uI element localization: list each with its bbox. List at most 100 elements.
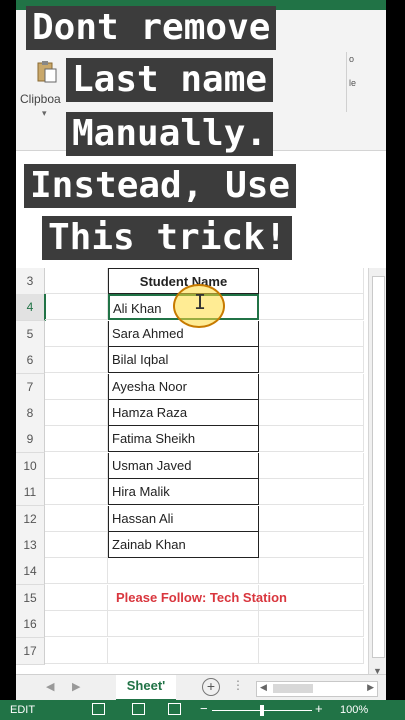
cell[interactable] [45,558,108,585]
table-row: 7 Ayesha Noor [16,373,386,401]
cell[interactable] [45,584,108,611]
table-row: 12 Hassan Ali [16,505,386,533]
cell[interactable] [259,373,364,400]
zoom-slider-knob[interactable] [260,705,264,716]
name-cell[interactable]: Fatima Sheikh [108,426,259,453]
name-cell[interactable]: Sara Ahmed [108,320,259,347]
name-cell[interactable]: Hassan Ali [108,505,259,532]
name-cell[interactable]: Bilal Iqbal [108,347,259,374]
prev-sheet-icon[interactable]: ◀ [46,680,54,693]
cell[interactable] [259,637,364,664]
cell[interactable] [45,268,108,294]
cell[interactable] [45,637,108,664]
row-header[interactable]: 5 [16,320,45,348]
row-header[interactable]: 16 [16,611,45,639]
row-header[interactable]: 9 [16,426,45,454]
clipboard-expand-icon[interactable]: ▾ [42,108,47,119]
ribbon-fragment-text-2: le [349,78,357,88]
table-row: 14 [16,558,386,586]
cell[interactable] [259,558,364,585]
zoom-in-icon[interactable]: + [315,701,323,716]
follow-note: Please Follow: Tech Station [116,589,287,605]
page-break-view-icon[interactable] [168,703,181,715]
cell[interactable] [259,452,364,479]
status-bar: EDIT − + 100% [0,700,405,720]
next-sheet-icon[interactable]: ▶ [72,680,80,693]
name-cell[interactable]: Usman Javed [108,452,259,479]
row-header[interactable]: 11 [16,479,45,507]
cell[interactable] [45,426,108,453]
sheet-tab-bar: ◀ ▶ Sheet' + ⋮ ◀ ▶ [16,674,386,702]
excel-window: Clipboa ▾ o le 3 Student Name 4 Ali Khan 5 Sa… [16,0,386,720]
table-row: 16 [16,611,386,639]
cell[interactable] [45,532,108,558]
caption-line-5: This trick! [42,216,293,260]
table-row: 13 Zainab Khan [16,532,386,559]
cell[interactable] [259,426,364,453]
normal-view-icon[interactable] [92,703,105,715]
add-sheet-icon[interactable]: + [202,678,220,696]
ribbon-fragment-text-1: o [349,54,355,64]
cell[interactable] [45,320,108,347]
table-row: 9 Fatima Sheikh [16,426,386,454]
table-row: 11 Hira Malik [16,479,386,507]
row-header[interactable]: 3 [16,268,45,295]
row-header[interactable]: 17 [16,637,45,665]
row-header[interactable]: 8 [16,400,45,427]
row-header[interactable]: 10 [16,452,45,480]
cell[interactable] [45,400,108,426]
cell[interactable] [259,294,364,321]
name-cell[interactable]: Zainab Khan [108,532,259,558]
table-row: 10 Usman Javed [16,452,386,480]
cell[interactable] [259,320,364,347]
scroll-right-icon[interactable]: ▶ [367,682,374,693]
cell[interactable] [259,268,364,294]
name-cell[interactable]: Hira Malik [108,479,259,506]
name-cell[interactable]: Hamza Raza [108,400,259,426]
cell[interactable] [259,400,364,426]
cell[interactable] [45,294,108,321]
row-header[interactable]: 12 [16,505,45,533]
table-row: 17 [16,637,386,665]
ribbon-group-fragment: o le [346,52,373,112]
table-row: 6 Bilal Iqbal [16,347,386,375]
more-icon[interactable]: ⋮ [232,678,244,692]
cell[interactable] [45,373,108,400]
vertical-scrollbar[interactable]: ▼ [368,268,386,678]
cell[interactable] [259,532,364,558]
zoom-level[interactable]: 100% [340,704,368,716]
horizontal-scrollbar[interactable]: ◀ ▶ [256,681,378,697]
scroll-left-icon[interactable]: ◀ [260,682,267,693]
row-header[interactable]: 6 [16,347,45,375]
row-header[interactable]: 14 [16,558,45,586]
table-row: 15 Please Follow: Tech Station [16,584,386,612]
cell[interactable] [45,479,108,506]
horizontal-scroll-thumb[interactable] [273,684,313,693]
name-cell[interactable] [108,611,259,638]
cell[interactable] [45,505,108,532]
caption-line-4: Instead, Use [24,164,297,208]
cell[interactable] [259,479,364,506]
sheet-tab[interactable]: Sheet' [116,675,176,702]
page-layout-view-icon[interactable] [132,703,145,715]
row-header[interactable]: 4 [16,294,46,322]
cell[interactable] [259,505,364,532]
paste-icon[interactable] [36,60,58,84]
cell[interactable] [45,452,108,479]
caption-line-2: Last name [66,58,274,102]
cell[interactable] [45,347,108,374]
cell[interactable] [259,347,364,374]
cell[interactable] [259,611,364,638]
name-cell[interactable] [108,558,259,585]
cell[interactable] [45,611,108,638]
vertical-scroll-thumb[interactable] [372,276,385,658]
row-header[interactable]: 15 [16,584,45,612]
ibeam-cursor-icon: I [194,290,207,314]
name-cell[interactable] [108,637,259,664]
zoom-out-icon[interactable]: − [200,701,208,716]
mode-indicator: EDIT [10,704,36,716]
table-row: 8 Hamza Raza [16,400,386,427]
row-header[interactable]: 7 [16,373,45,401]
name-cell[interactable]: Ayesha Noor [108,373,259,400]
row-header[interactable]: 13 [16,532,45,559]
